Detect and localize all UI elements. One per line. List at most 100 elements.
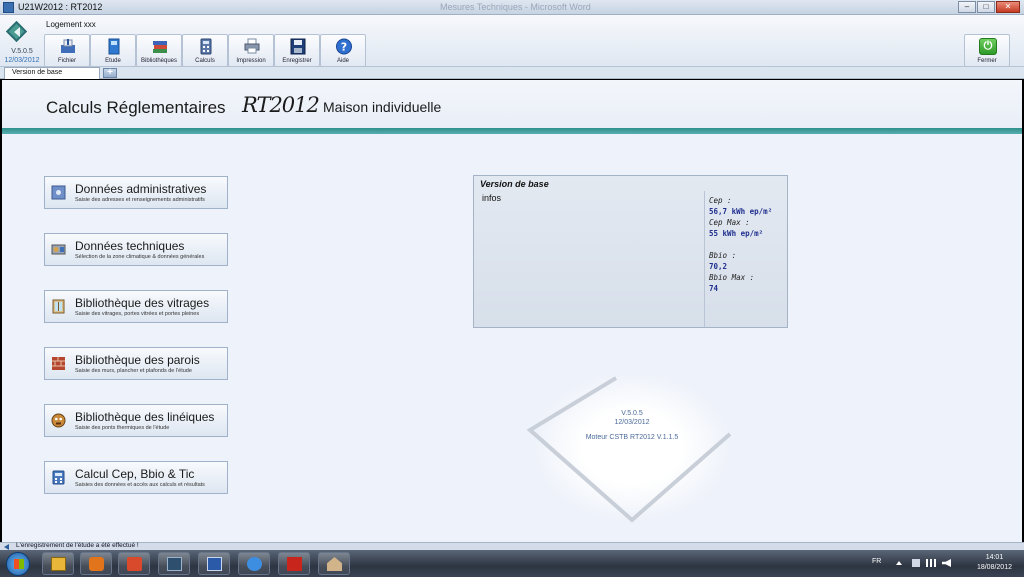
menu-bibliotheque-vitrages-button[interactable]: Bibliothèque des vitrages Saisie des vit… bbox=[44, 290, 228, 323]
window-title: U21W2012 : RT2012 bbox=[18, 2, 103, 12]
results-panel: Version de base infos Cep : 56,7 kWh ep/… bbox=[473, 175, 788, 328]
calc-results-icon bbox=[52, 470, 65, 485]
show-hidden-icons-icon[interactable] bbox=[896, 561, 902, 565]
fermer-label: Fermer bbox=[977, 58, 997, 64]
menu-bibliotheque-parois-button[interactable]: Bibliothèque des parois Saisie des murs,… bbox=[44, 347, 228, 380]
splash-date: 12/03/2012 bbox=[614, 419, 650, 426]
toolbar-label: Calculs bbox=[195, 58, 215, 64]
tabs-row: Version de base + bbox=[0, 67, 1024, 79]
document-title: Logement xxx bbox=[46, 20, 96, 29]
toolbar-aide-button[interactable]: ? Aide bbox=[320, 34, 366, 67]
rt-logo-title: RT2012 bbox=[242, 93, 320, 117]
save-icon bbox=[290, 38, 306, 55]
printer-icon bbox=[244, 38, 260, 54]
taskbar-internet-explorer[interactable] bbox=[238, 552, 270, 575]
app-logo bbox=[5, 20, 28, 43]
signal-icon[interactable] bbox=[926, 559, 936, 567]
power-icon: ⏻ bbox=[979, 38, 997, 55]
technical-icon bbox=[51, 244, 66, 255]
volume-icon[interactable] bbox=[942, 559, 951, 567]
wall-icon bbox=[52, 357, 65, 370]
version-box: V.5.0.5 12/03/2012 bbox=[2, 47, 42, 65]
media-player-icon bbox=[89, 557, 104, 571]
toolbar-etude-button[interactable]: Etude bbox=[90, 34, 136, 67]
taskbar-house-app[interactable] bbox=[318, 552, 350, 575]
menu-item-title: Calcul Cep, Bbio & Tic bbox=[75, 467, 195, 481]
pdf-icon bbox=[287, 557, 302, 571]
splash-version: V.5.0.5 bbox=[621, 410, 643, 417]
clock[interactable]: 14:01 18/08/2012 bbox=[977, 553, 1012, 573]
app-version-date: 12/03/2012 bbox=[4, 57, 40, 64]
toolbar: Fichier Etude Bibliothèques Calculs Impr… bbox=[44, 34, 366, 67]
toolbar-enregistrer-button[interactable]: Enregistrer bbox=[274, 34, 320, 67]
rt2012-app-icon bbox=[167, 557, 182, 571]
windows-logo-icon bbox=[14, 559, 24, 569]
background-window-title: Mesures Techniques - Microsoft Word bbox=[440, 2, 591, 12]
window-icon bbox=[52, 299, 65, 314]
taskbar-app-3[interactable] bbox=[118, 552, 150, 575]
toolbar-bibliotheques-button[interactable]: Bibliothèques bbox=[136, 34, 182, 67]
menu-item-title: Données administratives bbox=[75, 182, 207, 196]
menu-item-description: Saisie des ponts thermiques de l'étude bbox=[75, 425, 170, 431]
taskbar-rt2012-app[interactable] bbox=[158, 552, 190, 575]
splash-watermark: V.5.0.5 12/03/2012 Moteur CSTB RT2012 V.… bbox=[512, 372, 752, 532]
minimize-button[interactable]: – bbox=[958, 1, 976, 13]
splash-diamond-icon bbox=[526, 376, 732, 523]
start-button[interactable] bbox=[6, 552, 30, 576]
menu-item-title: Bibliothèque des linéiques bbox=[75, 410, 215, 424]
taskbar-word[interactable] bbox=[198, 552, 230, 575]
menu-item-description: Saisie des murs, plancher et plafonds de… bbox=[75, 368, 192, 374]
menu-item-description: Sélection de la zone climatique & donnée… bbox=[75, 254, 205, 260]
menu-item-title: Bibliothèque des parois bbox=[75, 353, 200, 367]
house-icon bbox=[327, 557, 342, 571]
taskbar-media-player[interactable] bbox=[80, 552, 112, 575]
maximize-button[interactable]: □ bbox=[977, 1, 995, 13]
toolbar-impression-button[interactable]: Impression bbox=[228, 34, 274, 67]
help-icon: ? bbox=[336, 38, 352, 55]
toolbar-label: Aide bbox=[336, 58, 349, 64]
bbio-max-value: 74 bbox=[709, 284, 719, 293]
status-message: L'enregistrement de l'étude a été effect… bbox=[16, 542, 139, 549]
toolbar-calculs-button[interactable]: Calculs bbox=[182, 34, 228, 67]
results-divider bbox=[704, 191, 705, 327]
clock-date: 18/08/2012 bbox=[976, 564, 1012, 571]
add-tab-button[interactable]: + bbox=[103, 68, 117, 78]
cep-max-value: 55 kWh ep/m² bbox=[709, 229, 764, 238]
thermal-bridge-icon bbox=[51, 413, 66, 428]
word-icon bbox=[207, 557, 222, 571]
bbio-max-label: Bbio Max : bbox=[709, 273, 755, 282]
splash-engine: Moteur CSTB RT2012 V.1.1.5 bbox=[585, 434, 679, 441]
close-window-button[interactable]: ✕ bbox=[996, 1, 1020, 13]
header-divider bbox=[2, 128, 1022, 134]
ie-icon bbox=[247, 557, 262, 571]
ribbon: V.5.0.5 12/03/2012 Logement xxx Fichier … bbox=[0, 15, 1024, 67]
menu-donnees-administratives-button[interactable]: Données administratives Saisie des adres… bbox=[44, 176, 228, 209]
results-title: Version de base bbox=[480, 179, 549, 189]
bbio-label: Bbio : bbox=[709, 251, 737, 260]
file-icon bbox=[61, 39, 75, 53]
window-title-bar: U21W2012 : RT2012 Mesures Techniques - M… bbox=[0, 0, 1024, 15]
menu-item-title: Données techniques bbox=[75, 239, 185, 253]
page-subtitle: Maison individuelle bbox=[323, 99, 442, 115]
language-indicator[interactable]: FR bbox=[872, 558, 881, 565]
taskbar-acrobat[interactable] bbox=[278, 552, 310, 575]
tray-app-icon[interactable] bbox=[912, 559, 920, 567]
study-icon bbox=[108, 38, 120, 55]
cep-label: Cep : bbox=[709, 196, 732, 205]
clock-time: 14:01 bbox=[985, 554, 1004, 561]
menu-calcul-cep-bbio-tic-button[interactable]: Calcul Cep, Bbio & Tic Saisies des donné… bbox=[44, 461, 228, 494]
menu-item-description: Saisie des adresses et renseignements ad… bbox=[75, 197, 205, 203]
menu-donnees-techniques-button[interactable]: Données techniques Sélection de la zone … bbox=[44, 233, 228, 266]
bbio-value: 70,2 bbox=[709, 262, 728, 271]
toolbar-label: Etude bbox=[105, 58, 121, 64]
results-info-label: infos bbox=[482, 193, 502, 203]
menu-bibliotheque-lineiques-button[interactable]: Bibliothèque des linéiques Saisie des po… bbox=[44, 404, 228, 437]
menu-item-description: Saisies des données et accès aux calculs… bbox=[75, 482, 205, 488]
tab-version-de-base[interactable]: Version de base bbox=[4, 67, 100, 79]
fermer-button[interactable]: ⏻ Fermer bbox=[964, 34, 1010, 67]
status-bar: L'enregistrement de l'étude a été effect… bbox=[0, 542, 1024, 550]
taskbar-explorer[interactable] bbox=[42, 552, 74, 575]
toolbar-label: Bibliothèques bbox=[140, 58, 178, 64]
toolbar-fichier-button[interactable]: Fichier bbox=[44, 34, 90, 67]
cep-value: 56,7 kWh ep/m² bbox=[709, 207, 773, 216]
